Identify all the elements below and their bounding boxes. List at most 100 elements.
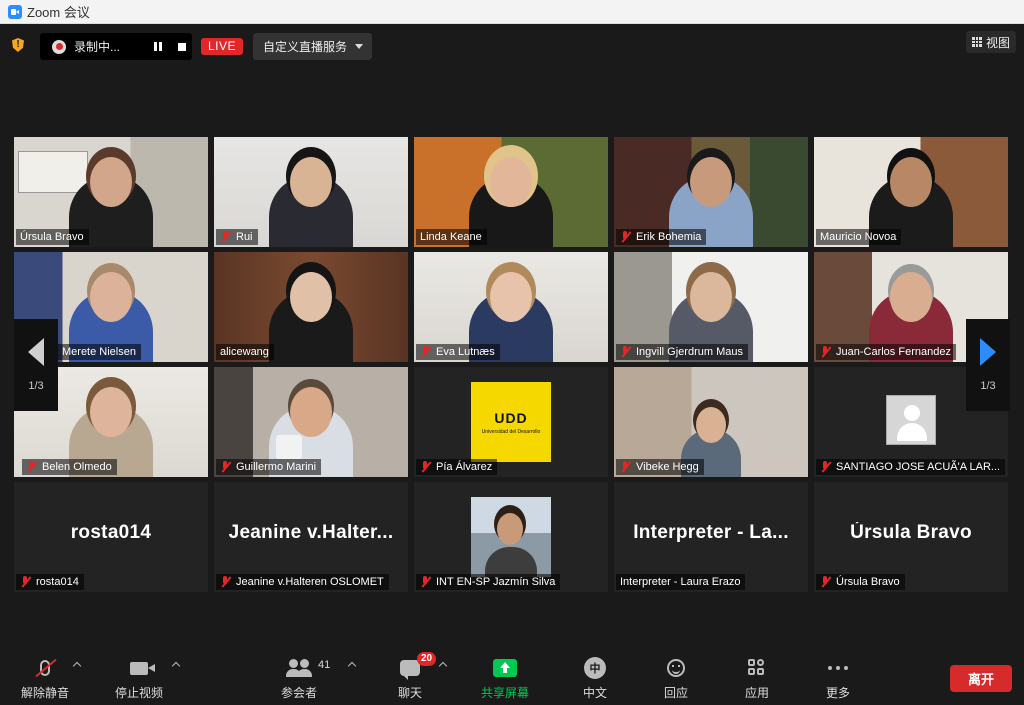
muted-mic-icon bbox=[220, 231, 230, 243]
live-badge: LIVE bbox=[201, 38, 244, 55]
tile-name-label: Ingvill Gjerdrum Maus bbox=[616, 344, 748, 360]
tile-display-name: Jeanine v.Halter... bbox=[228, 522, 394, 543]
unmute-button[interactable]: 解除静音 bbox=[15, 656, 75, 701]
audio-options-chevron-icon[interactable] bbox=[73, 660, 83, 670]
live-stream-service-label: 自定义直播服务 bbox=[263, 40, 348, 54]
arrow-right-icon bbox=[980, 338, 996, 366]
chat-options-chevron-icon[interactable] bbox=[439, 660, 449, 670]
participants-button[interactable]: 41 参会者 bbox=[269, 656, 331, 701]
meeting-toolbar: 解除静音 停止视频 41 参会者 20 聊天 共享屏幕 中 中文 回应 应用 更… bbox=[0, 650, 1024, 705]
tile-name-label: alicewang bbox=[216, 344, 274, 360]
university-logo: UDD Universidad del Desarrollo bbox=[471, 382, 551, 462]
language-interpretation-button[interactable]: 中 中文 bbox=[565, 656, 625, 701]
zoom-logo-icon bbox=[8, 4, 22, 19]
apps-button[interactable]: 应用 bbox=[727, 656, 787, 701]
page-indicator: 1/3 bbox=[980, 380, 996, 392]
share-screen-icon bbox=[493, 659, 517, 677]
muted-mic-icon bbox=[420, 576, 430, 588]
chat-button[interactable]: 20 聊天 bbox=[380, 652, 440, 701]
video-tile[interactable]: Ingvill Gjerdrum Maus bbox=[614, 252, 808, 362]
video-options-chevron-icon[interactable] bbox=[172, 660, 182, 670]
tile-name-label: Pía Álvarez bbox=[416, 459, 498, 475]
live-stream-service-button[interactable]: 自定义直播服务 bbox=[253, 33, 372, 60]
recording-dot-icon bbox=[52, 39, 66, 54]
more-dots-icon bbox=[828, 666, 848, 670]
muted-mic-icon bbox=[620, 231, 630, 243]
tile-name-label: Belen Olmedo bbox=[22, 459, 117, 475]
tile-display-name: Interpreter - La... bbox=[633, 522, 789, 543]
apps-icon bbox=[748, 659, 766, 677]
muted-mic-icon bbox=[820, 576, 830, 588]
video-tile[interactable]: Úrsula Bravo bbox=[14, 137, 208, 247]
video-tile[interactable]: alicewang bbox=[214, 252, 408, 362]
smiley-icon bbox=[667, 659, 685, 677]
chevron-down-icon bbox=[355, 44, 364, 49]
arrow-left-icon bbox=[28, 338, 44, 366]
chat-unread-badge: 20 bbox=[417, 652, 437, 666]
next-page-button[interactable]: 1/3 bbox=[966, 319, 1010, 411]
video-tile-no-video[interactable]: rosta014 rosta014 bbox=[14, 482, 208, 592]
recording-indicator: 录制中... bbox=[40, 33, 192, 60]
video-tile[interactable]: Rui bbox=[214, 137, 408, 247]
muted-mic-icon bbox=[820, 461, 830, 473]
stop-recording-icon[interactable] bbox=[174, 39, 190, 55]
tile-name-label: rosta014 bbox=[16, 574, 84, 590]
tile-name-label: Merete Nielsen bbox=[58, 344, 141, 360]
participants-icon bbox=[286, 659, 312, 677]
stop-video-button[interactable]: 停止视频 bbox=[109, 656, 169, 701]
reactions-button[interactable]: 回应 bbox=[646, 656, 706, 701]
video-tile-no-video[interactable]: Jeanine v.Halter... Jeanine v.Halteren O… bbox=[214, 482, 408, 592]
tile-name-label: Úrsula Bravo bbox=[816, 574, 905, 590]
video-tile[interactable]: Mauricio Novoa bbox=[814, 137, 1008, 247]
tile-name-label: Interpreter - Laura Erazo bbox=[616, 574, 746, 590]
language-globe-icon: 中 bbox=[584, 657, 606, 679]
tile-name-label: Erik Bohemia bbox=[616, 229, 707, 245]
tile-display-name: rosta014 bbox=[70, 522, 152, 543]
participants-count: 41 bbox=[318, 659, 331, 671]
leave-meeting-button[interactable]: 离开 bbox=[950, 665, 1012, 692]
muted-mic-icon bbox=[20, 576, 30, 588]
more-button[interactable]: 更多 bbox=[808, 656, 868, 701]
previous-page-button[interactable]: 1/3 bbox=[14, 319, 58, 411]
default-avatar-icon bbox=[886, 395, 936, 445]
video-camera-icon bbox=[130, 661, 155, 675]
tile-name-label: INT EN-SP Jazmín Silva bbox=[416, 574, 561, 590]
tile-name-label: Juan-Carlos Fernandez bbox=[816, 344, 956, 360]
video-tile[interactable]: Vibeke Hegg bbox=[614, 367, 808, 477]
page-indicator: 1/3 bbox=[28, 380, 44, 392]
video-tile[interactable]: UDD Universidad del Desarrollo Pía Álvar… bbox=[414, 367, 608, 477]
video-tile-no-video[interactable]: Interpreter - La... Interpreter - Laura … bbox=[614, 482, 808, 592]
tile-name-label: Guillermo Marini bbox=[216, 459, 322, 475]
window-titlebar: Zoom 会议 bbox=[0, 0, 1024, 24]
tile-name-label: Úrsula Bravo bbox=[16, 229, 89, 245]
tile-name-label: Jeanine v.Halteren OSLOMET bbox=[216, 574, 389, 590]
profile-photo bbox=[471, 497, 551, 577]
recording-label: 录制中... bbox=[74, 40, 121, 54]
tile-name-label: Linda Keane bbox=[416, 229, 487, 245]
video-tile[interactable]: Erik Bohemia bbox=[614, 137, 808, 247]
muted-mic-icon bbox=[820, 346, 830, 358]
pause-recording-icon[interactable] bbox=[150, 39, 166, 55]
tile-name-label: Mauricio Novoa bbox=[816, 229, 902, 245]
muted-mic-icon bbox=[620, 461, 630, 473]
muted-mic-icon bbox=[220, 461, 230, 473]
muted-mic-icon bbox=[220, 576, 230, 588]
tile-name-label: Eva Lutnæs bbox=[416, 344, 500, 360]
view-button[interactable]: 视图 bbox=[966, 31, 1016, 53]
view-label: 视图 bbox=[985, 35, 1010, 50]
participants-options-chevron-icon[interactable] bbox=[348, 660, 358, 670]
share-screen-button[interactable]: 共享屏幕 bbox=[475, 656, 535, 701]
tile-name-label: Vibeke Hegg bbox=[616, 459, 704, 475]
security-shield-icon[interactable] bbox=[8, 34, 28, 56]
window-title: Zoom 会议 bbox=[27, 5, 90, 20]
tile-display-name: Úrsula Bravo bbox=[850, 522, 972, 543]
video-tile[interactable]: INT EN-SP Jazmín Silva bbox=[414, 482, 608, 592]
video-tile[interactable]: Eva Lutnæs bbox=[414, 252, 608, 362]
meeting-stage: 录制中... LIVE 自定义直播服务 视图 Úrsula Bravo Rui … bbox=[0, 25, 1024, 650]
muted-mic-icon bbox=[420, 461, 430, 473]
tile-name-label: Rui bbox=[216, 229, 258, 245]
video-tile-no-video[interactable]: Úrsula Bravo Úrsula Bravo bbox=[814, 482, 1008, 592]
video-tile[interactable]: Guillermo Marini bbox=[214, 367, 408, 477]
video-tile-active-speaker[interactable]: Linda Keane bbox=[414, 137, 608, 247]
muted-mic-icon bbox=[420, 346, 430, 358]
